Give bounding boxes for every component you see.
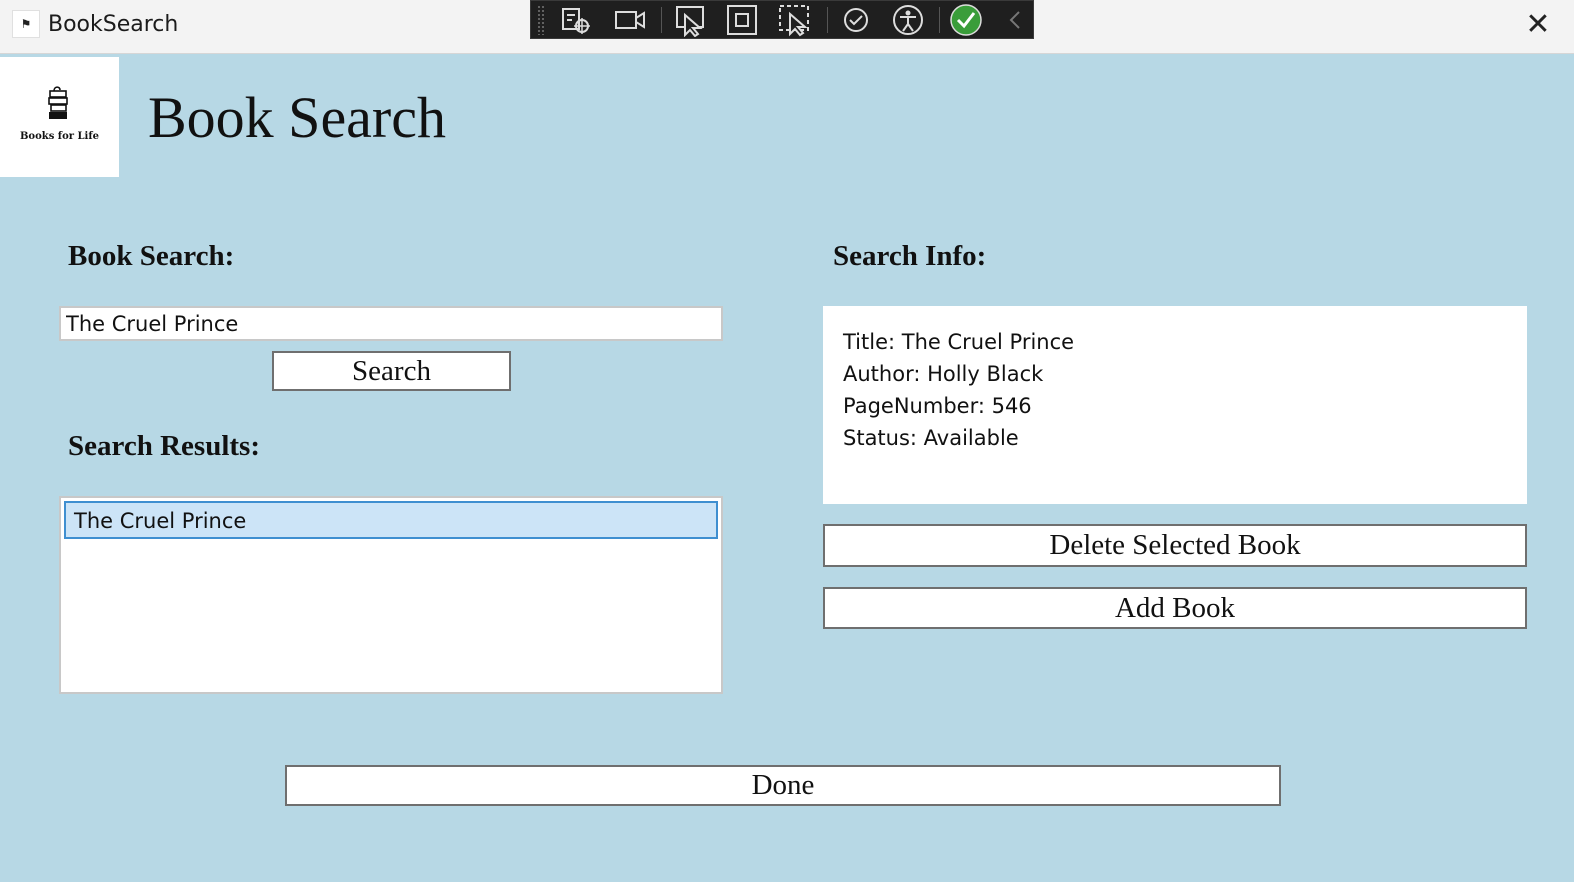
search-info-panel: Title: The Cruel Prince Author: Holly Bl… [823,306,1527,504]
toolbar-separator [661,7,662,33]
window-title: BookSearch [48,12,179,37]
list-item[interactable]: The Cruel Prince [64,501,718,539]
search-input[interactable] [59,306,723,341]
books-stack-icon [48,86,68,119]
search-results-list[interactable]: The Cruel Prince [59,496,723,694]
select-element-icon[interactable] [673,3,707,37]
logo: Books for Life [0,57,119,177]
collapse-chevron-icon[interactable] [999,3,1033,37]
done-button[interactable]: Done [285,765,1281,806]
check-circle-icon[interactable] [949,3,983,37]
video-camera-icon[interactable] [613,3,647,37]
display-layout-adorners-icon[interactable] [725,3,759,37]
toolbar-grip[interactable] [537,5,545,35]
toolbar-separator [939,7,940,33]
info-page-number: PageNumber: 546 [843,394,1032,418]
info-title: Title: The Cruel Prince [843,330,1075,354]
search-results-label: Search Results: [68,430,260,462]
app-icon: ⚑ [12,10,40,38]
hot-reload-icon[interactable] [839,3,873,37]
debug-toolbar [530,0,1034,39]
info-author: Author: Holly Black [843,362,1044,386]
accessibility-icon[interactable] [891,3,925,37]
track-focused-element-icon[interactable] [777,3,811,37]
info-status: Status: Available [843,426,1019,450]
close-button[interactable]: ✕ [1518,6,1558,46]
search-info-label: Search Info: [833,240,987,272]
live-visual-tree-icon[interactable] [559,3,593,37]
page-title: Book Search [148,85,446,150]
logo-text: Books for Life [19,131,100,142]
delete-selected-book-button[interactable]: Delete Selected Book [823,524,1527,567]
book-search-label: Book Search: [68,240,235,272]
add-book-button[interactable]: Add Book [823,587,1527,629]
toolbar-separator [827,7,828,33]
search-button[interactable]: Search [272,351,511,391]
